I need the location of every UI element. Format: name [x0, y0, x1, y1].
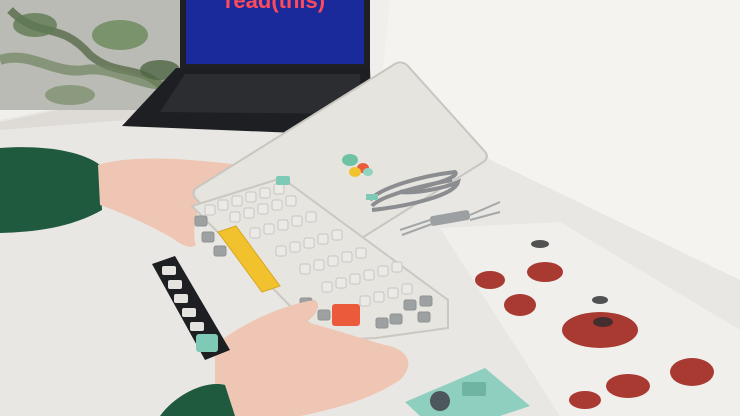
scene-illustration: read(this)	[0, 0, 740, 416]
orange-key	[332, 304, 360, 326]
laptop-screen-text: read(this)	[225, 0, 325, 13]
teal-key	[276, 176, 290, 185]
cable-connector	[366, 194, 378, 200]
photo-scene: read(this)	[0, 0, 740, 416]
